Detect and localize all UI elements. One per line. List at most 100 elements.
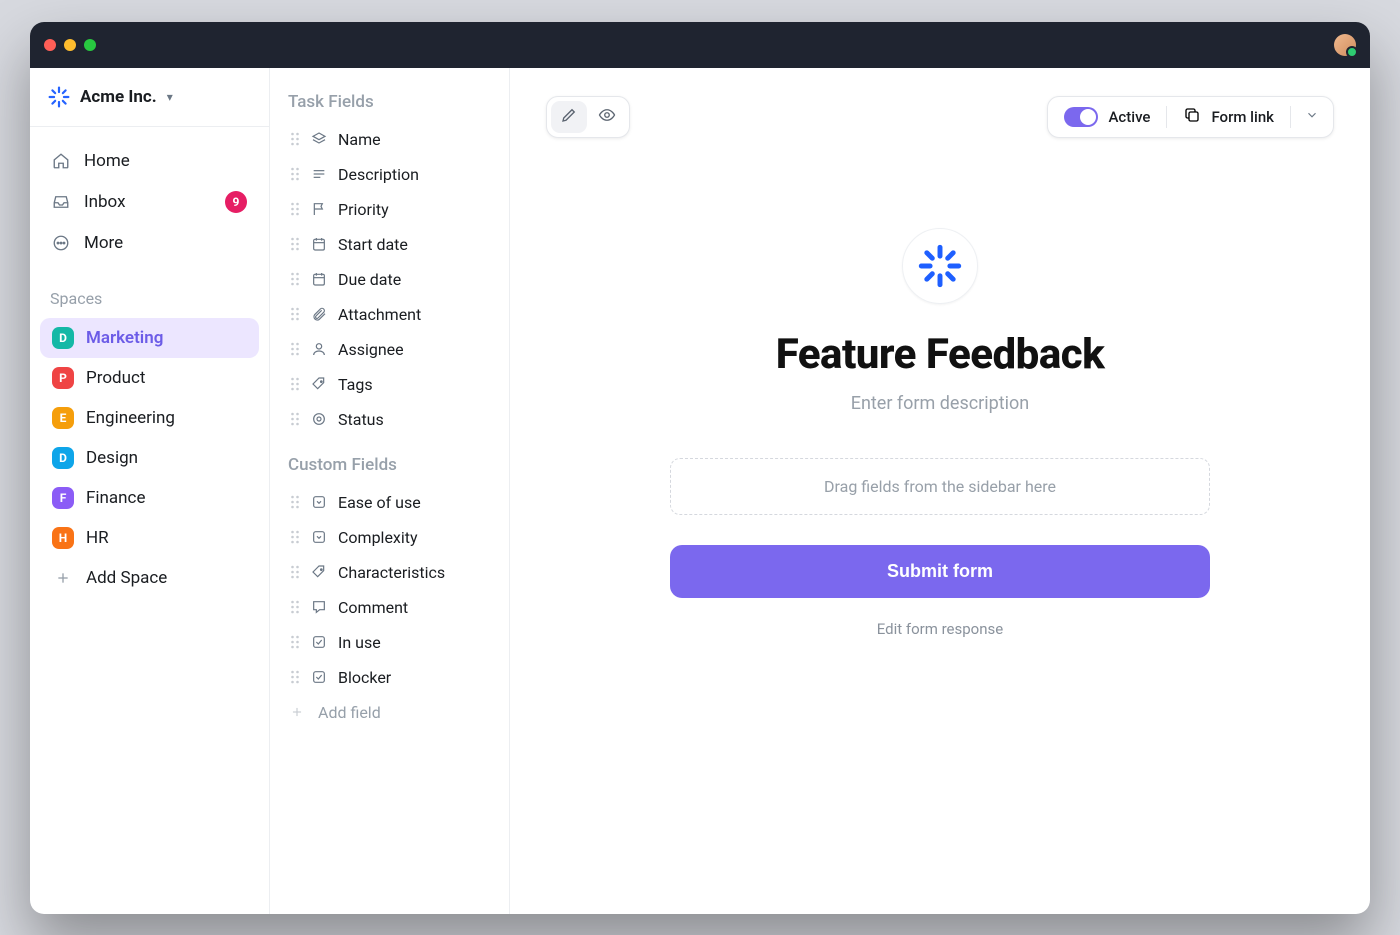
maximize-window-button[interactable] [84, 39, 96, 51]
flag-icon [310, 201, 328, 217]
nav-more-label: More [84, 233, 123, 253]
drag-handle-icon[interactable] [290, 495, 300, 509]
task-field-priority[interactable]: Priority [282, 192, 503, 227]
drag-handle-icon[interactable] [290, 307, 300, 321]
space-badge-icon: P [52, 367, 74, 389]
drag-handle-icon[interactable] [290, 635, 300, 649]
field-label: Ease of use [338, 493, 421, 512]
checkbox-icon [310, 634, 328, 650]
inbox-icon [52, 192, 70, 212]
preview-mode-button[interactable] [589, 101, 625, 133]
close-window-button[interactable] [44, 39, 56, 51]
active-toggle-label: Active [1108, 108, 1150, 126]
fields-panel: Task Fields Name Description PriorityStart… [270, 68, 510, 914]
space-design[interactable]: D Design [40, 438, 259, 478]
edit-mode-button[interactable] [551, 101, 587, 133]
field-label: Complexity [338, 528, 418, 547]
custom-field-comment[interactable]: Comment [282, 590, 503, 625]
active-toggle[interactable]: Active [1048, 97, 1166, 137]
layers-icon [310, 131, 328, 147]
calendar-icon [310, 271, 328, 287]
task-field-assignee[interactable]: Assignee [282, 332, 503, 367]
space-badge-icon: E [52, 407, 74, 429]
home-icon [52, 151, 70, 171]
plus-icon [290, 705, 308, 719]
space-marketing[interactable]: DMarketing [40, 318, 259, 358]
space-engineering[interactable]: EEngineering [40, 398, 259, 438]
drag-handle-icon[interactable] [290, 237, 300, 251]
add-field-button[interactable]: Add field [282, 695, 503, 730]
space-hr[interactable]: HHR [40, 518, 259, 558]
custom-field-characteristics[interactable]: Characteristics [282, 555, 503, 590]
field-label: Due date [338, 270, 401, 289]
drag-handle-icon[interactable] [290, 670, 300, 684]
form-link-label: Form link [1211, 108, 1274, 126]
drag-handle-icon[interactable] [290, 565, 300, 579]
field-label: In use [338, 633, 381, 652]
dropdown-icon [310, 494, 328, 510]
edit-form-response-link[interactable]: Edit form response [877, 620, 1003, 638]
space-label: Design [86, 448, 138, 468]
drag-handle-icon[interactable] [290, 272, 300, 286]
task-field-attachment[interactable]: Attachment [282, 297, 503, 332]
task-field-tags[interactable]: Tags [282, 367, 503, 402]
nav-home[interactable]: Home [40, 141, 259, 181]
space-badge-icon: D [52, 447, 74, 469]
titlebar [30, 22, 1370, 68]
task-field-status[interactable]: Status [282, 402, 503, 437]
tag-icon [310, 376, 328, 392]
custom-field-ease-of-use[interactable]: Ease of use [282, 485, 503, 520]
nav-more[interactable]: More [40, 223, 259, 263]
add-space-button[interactable]: Add Space [40, 558, 259, 598]
field-label: Description [338, 165, 419, 184]
dropdown-icon [310, 529, 328, 545]
task-field-name[interactable]: Name [282, 122, 503, 157]
view-mode-toolbar [546, 96, 630, 138]
chevron-down-icon [1305, 107, 1319, 126]
task-fields-header: Task Fields [288, 92, 497, 112]
custom-field-complexity[interactable]: Complexity [282, 520, 503, 555]
field-label: Status [338, 410, 384, 429]
minimize-window-button[interactable] [64, 39, 76, 51]
drag-handle-icon[interactable] [290, 377, 300, 391]
space-label: HR [86, 528, 109, 548]
pencil-icon [560, 106, 578, 128]
nav-inbox-label: Inbox [84, 192, 126, 212]
task-field-description[interactable]: Description [282, 157, 503, 192]
space-label: Marketing [86, 328, 163, 348]
space-finance[interactable]: FFinance [40, 478, 259, 518]
paperclip-icon [310, 306, 328, 322]
drag-handle-icon[interactable] [290, 600, 300, 614]
form-canvas: Active Form link [510, 68, 1370, 914]
drag-handle-icon[interactable] [290, 412, 300, 426]
form-description-input[interactable]: Enter form description [851, 393, 1030, 414]
add-field-label: Add field [318, 703, 381, 722]
workspace-switcher[interactable]: Acme Inc. ▾ [30, 68, 269, 127]
target-icon [310, 411, 328, 427]
eye-icon [598, 106, 616, 128]
submit-form-button[interactable]: Submit form [670, 545, 1210, 598]
custom-field-blocker[interactable]: Blocker [282, 660, 503, 695]
task-field-start-date[interactable]: Start date [282, 227, 503, 262]
sidebar: Acme Inc. ▾ Home Inbox 9 [30, 68, 270, 914]
content: Acme Inc. ▾ Home Inbox 9 [30, 68, 1370, 914]
drag-handle-icon[interactable] [290, 132, 300, 146]
form-options-menu[interactable] [1291, 107, 1333, 126]
drag-handle-icon[interactable] [290, 202, 300, 216]
drag-handle-icon[interactable] [290, 530, 300, 544]
task-field-due-date[interactable]: Due date [282, 262, 503, 297]
drag-handle-icon[interactable] [290, 167, 300, 181]
space-product[interactable]: PProduct [40, 358, 259, 398]
nav-inbox[interactable]: Inbox 9 [40, 181, 259, 223]
form-preview: Feature Feedback Enter form description … [620, 228, 1260, 638]
space-label: Finance [86, 488, 145, 508]
form-link-button[interactable]: Form link [1167, 97, 1290, 137]
form-title-input[interactable]: Feature Feedback [776, 330, 1105, 379]
calendar-icon [310, 236, 328, 252]
user-avatar[interactable] [1334, 34, 1356, 56]
fields-dropzone[interactable]: Drag fields from the sidebar here [670, 458, 1210, 515]
form-logo[interactable] [902, 228, 978, 304]
custom-field-in-use[interactable]: In use [282, 625, 503, 660]
drag-handle-icon[interactable] [290, 342, 300, 356]
workspace-logo-icon [48, 86, 70, 108]
